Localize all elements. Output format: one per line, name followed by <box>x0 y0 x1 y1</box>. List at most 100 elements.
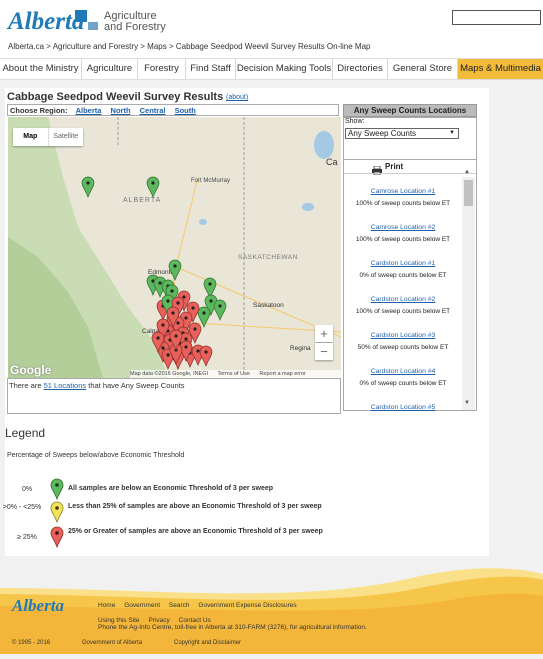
marker-dot <box>184 345 188 349</box>
marker-dot <box>208 282 212 286</box>
footer-alberta-logo[interactable]: Alberta <box>12 596 64 616</box>
map-data-credit: Map data ©2016 Google, INEGI <box>130 371 209 377</box>
nav-about-ministry[interactable]: About the Ministry <box>0 59 82 79</box>
marker-dot <box>193 327 197 331</box>
show-label: Show: <box>345 118 365 125</box>
print-link[interactable]: Print <box>385 162 403 171</box>
copyright: © 1995 - 2016 <box>12 640 51 646</box>
map-attribution: Map data ©2016 Google, INEGI Terms of Us… <box>130 370 341 378</box>
map-type-satellite-button[interactable]: Satellite <box>47 128 84 146</box>
lake <box>199 219 207 225</box>
legend-text: All samples are below an Economic Thresh… <box>68 485 274 492</box>
legend-range: ≥ 25% <box>17 534 37 541</box>
label-saskatoon: Saskatoon <box>253 302 284 309</box>
google-logo[interactable]: Google <box>10 363 51 377</box>
location-link[interactable]: Cardston Location #4 <box>344 368 462 375</box>
marker-dot <box>170 289 174 293</box>
red-marker-icon <box>50 526 64 553</box>
marker-dot <box>161 323 165 327</box>
nav-decision-making-tools[interactable]: Decision Making Tools <box>236 59 333 79</box>
label-saskatchewan: SASKATCHEWAN <box>238 254 298 261</box>
caption-prefix: There are <box>9 381 44 390</box>
show-select[interactable]: Any Sweep Counts ▼ <box>345 128 459 139</box>
marker-dot <box>176 301 180 305</box>
marker-dot <box>158 281 162 285</box>
marker-dot <box>156 336 160 340</box>
yellow-marker-icon <box>50 501 64 528</box>
marker-dot <box>171 311 175 315</box>
alberta-logo[interactable]: Alberta <box>8 8 84 36</box>
footer-link-contact[interactable]: Contact Us <box>179 617 211 624</box>
list-scrollbar[interactable] <box>462 177 475 410</box>
about-link[interactable]: (about) <box>226 94 248 101</box>
map-caption: There are 51 Locations that have Any Swe… <box>9 381 185 390</box>
location-link[interactable]: Camrose Location #1 <box>344 188 462 195</box>
survey-map[interactable]: Fort McMurray ALBERTA Edmonton SASKATCHE… <box>8 117 341 378</box>
zoom-out-button[interactable]: − <box>315 343 333 360</box>
location-link[interactable]: Cardston Location #5 <box>344 404 462 411</box>
location-desc: 0% of sweep counts below ET <box>359 380 447 387</box>
location-desc: 0% of sweep counts below ET <box>359 272 447 279</box>
main-nav: About the Ministry Agriculture Forestry … <box>0 58 543 80</box>
scroll-up-icon[interactable]: ▲ <box>464 169 470 175</box>
location-link[interactable]: Cardston Location #1 <box>344 260 462 267</box>
footer-link-search[interactable]: Search <box>169 602 190 609</box>
locations-panel-title: Any Sweep Counts Locations <box>343 104 477 117</box>
legend-title: Legend <box>5 426 46 440</box>
footer-link-using-site[interactable]: Using this Site <box>98 617 140 624</box>
nav-agriculture[interactable]: Agriculture <box>82 59 138 79</box>
terms-of-use-link[interactable]: Terms of Use <box>217 371 249 377</box>
dept-line-2: and Forestry <box>104 21 166 33</box>
marker-dot <box>209 299 213 303</box>
map-type-control: Map Satellite <box>13 128 83 146</box>
map-type-map-button[interactable]: Map <box>13 128 48 146</box>
footer-phone-text: Phone the Ag-Info Centre, toll-free in A… <box>98 624 367 631</box>
breadcrumb[interactable]: Alberta.ca > Agriculture and Forestry > … <box>8 42 370 51</box>
label-alberta: ALBERTA <box>123 197 161 204</box>
location-desc: 100% of sweep counts below ET <box>355 200 451 207</box>
search-input[interactable] <box>452 10 541 25</box>
location-link[interactable]: Camrose Location #2 <box>344 224 462 231</box>
nav-forestry[interactable]: Forestry <box>138 59 186 79</box>
nav-find-staff[interactable]: Find Staff <box>186 59 236 79</box>
dropdown-arrow-icon: ▼ <box>449 130 455 136</box>
legend-text: 25% or Greater of samples are above an E… <box>68 528 323 535</box>
lake <box>314 131 334 159</box>
legend-range: 0% <box>21 486 33 493</box>
nav-maps-multimedia[interactable]: Maps & Multimedia <box>458 59 543 79</box>
marker-dot <box>151 181 155 185</box>
marker-dot <box>204 350 208 354</box>
marker-dot <box>86 181 90 185</box>
region-link-central[interactable]: Central <box>140 106 166 115</box>
list-divider <box>344 173 476 174</box>
marker-dot <box>196 349 200 353</box>
report-map-error-link[interactable]: Report a map error <box>259 371 305 377</box>
region-link-alberta[interactable]: Alberta <box>76 106 102 115</box>
label-canada: Ca <box>326 157 338 167</box>
footer-link-government[interactable]: Government <box>124 602 160 609</box>
footer-gov-link[interactable]: Government of Alberta <box>82 640 142 646</box>
footer-disclaimer-link[interactable]: Copyright and Disclaimer <box>174 640 241 646</box>
zoom-in-button[interactable]: + <box>315 325 333 342</box>
region-link-north[interactable]: North <box>111 106 131 115</box>
locations-count-link[interactable]: 51 Locations <box>44 381 87 390</box>
location-link[interactable]: Cardston Location #2 <box>344 296 462 303</box>
region-link-south[interactable]: South <box>175 106 196 115</box>
footer-link-home[interactable]: Home <box>98 602 115 609</box>
marker-dot <box>202 311 206 315</box>
marker-dot <box>191 306 195 310</box>
marker-dot <box>184 337 188 341</box>
printer-icon[interactable] <box>372 162 382 176</box>
nav-general-store[interactable]: General Store <box>388 59 458 79</box>
marker-dot <box>166 299 170 303</box>
label-fort-mcmurray: Fort McMurray <box>191 178 230 184</box>
footer-link-expense[interactable]: Government Expense Disclosures <box>198 602 296 609</box>
location-desc: 100% of sweep counts below ET <box>355 236 451 243</box>
region-selector: Choose Region: Alberta North Central Sou… <box>7 104 339 116</box>
location-desc: 100% of sweep counts below ET <box>355 308 451 315</box>
scroll-down-icon[interactable]: ▼ <box>464 400 470 406</box>
nav-directories[interactable]: Directories <box>333 59 388 79</box>
location-link[interactable]: Cardston Location #3 <box>344 332 462 339</box>
footer-link-privacy[interactable]: Privacy <box>148 617 169 624</box>
list-scrollbar-thumb[interactable] <box>464 180 473 206</box>
